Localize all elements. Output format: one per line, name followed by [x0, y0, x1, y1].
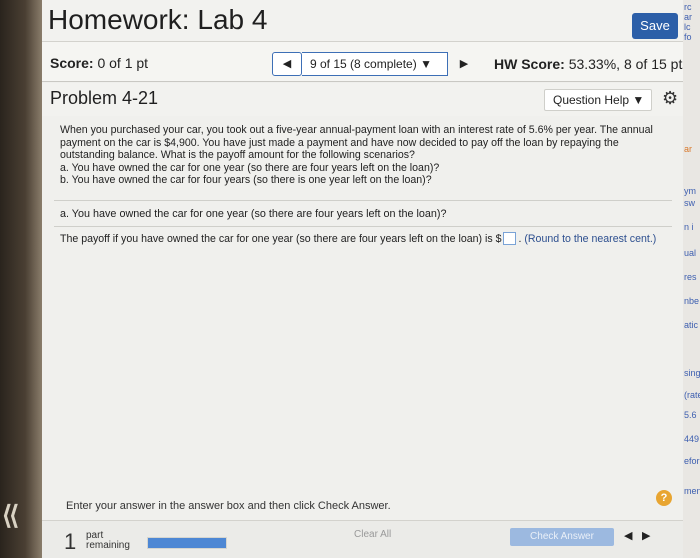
background-text-fragment: n i [684, 222, 694, 232]
score-display: Score: 0 of 1 pt [50, 55, 148, 71]
rounding-note: (Round to the nearest cent.) [524, 233, 657, 245]
background-text-fragment: efor [684, 456, 700, 466]
background-text-fragment: res [684, 272, 697, 282]
question-selector-label: 9 of 15 (8 complete) [310, 57, 417, 71]
background-text-fragment: ar [684, 144, 693, 154]
background-text-fragment: nbe [684, 296, 700, 306]
left-triangle-icon[interactable]: ◀ [624, 529, 632, 542]
background-text-fragment: 5.6 [684, 410, 697, 420]
left-triangle-icon: ◀ [282, 58, 292, 70]
title-bar: Homework: Lab 4 Save [42, 0, 683, 42]
footer-bar: 1 part remaining Clear All Check Answer … [42, 520, 683, 558]
divider [54, 226, 672, 227]
answer-prefix: The payoff if you have owned the car for… [60, 233, 502, 245]
background-text-fragment: sw [684, 198, 695, 208]
previous-question-button[interactable]: ◀ [272, 52, 302, 76]
gear-icon[interactable]: ⚙ [662, 88, 678, 109]
answer-instructions: Enter your answer in the answer box and … [66, 500, 391, 512]
question-stem: When you purchased your car, you took ou… [60, 124, 672, 187]
left-edge-mark: ⟨⟨ [2, 500, 19, 530]
parts-remaining-label: part remaining [86, 531, 130, 551]
right-triangle-icon[interactable]: ▶ [642, 529, 650, 542]
problem-title: Problem 4-21 [50, 88, 159, 108]
background-text-fragment: lc [684, 22, 691, 32]
background-text-fragment: (rate [684, 390, 700, 400]
part-a-heading: a. You have owned the car for one year (… [60, 208, 447, 220]
chevron-down-icon: ▼ [632, 93, 645, 107]
right-triangle-icon: ▶ [459, 58, 469, 70]
question-selector[interactable]: 9 of 15 (8 complete) ▼ [302, 52, 448, 76]
save-button[interactable]: Save [632, 13, 678, 39]
parts-progress-bar [147, 537, 227, 549]
score-label: Score: [50, 55, 94, 71]
problem-bar: Problem 4-21 Question Help ▼ ⚙ [42, 83, 683, 116]
question-content: When you purchased your car, you took ou… [42, 116, 683, 558]
background-text-fragment: sing [684, 368, 700, 378]
background-text-fragment: fo [684, 32, 692, 42]
score-value: 0 of 1 pt [97, 55, 149, 71]
background-text-fragment: rc [684, 2, 692, 12]
question-help-dropdown[interactable]: Question Help ▼ [544, 89, 652, 111]
homework-panel: Homework: Lab 4 Save Score: 0 of 1 pt ◀ … [42, 0, 689, 558]
hw-score-label: HW Score: [494, 56, 565, 72]
next-question-button[interactable]: ▶ [452, 52, 476, 76]
background-text-fragment: ual [684, 248, 697, 258]
answer-suffix: . [518, 233, 522, 245]
clear-all-button[interactable]: Clear All [354, 529, 391, 540]
background-text-fragment: 449 [684, 434, 700, 444]
background-page-strip: rcarlcfoarymswn iualresnbeaticsing(rate5… [683, 0, 700, 558]
question-text: When you purchased your car, you took ou… [60, 124, 653, 162]
divider [54, 200, 672, 201]
chevron-down-icon: ▼ [420, 57, 432, 71]
scenario-a: a. You have owned the car for one year (… [60, 161, 440, 174]
payoff-answer-input[interactable] [503, 232, 517, 245]
hw-score-display: HW Score: 53.33%, 8 of 15 pts [494, 56, 689, 72]
question-navigator: ◀ 9 of 15 (8 complete) ▼ ▶ [272, 52, 512, 76]
help-icon[interactable]: ? [656, 490, 672, 506]
progress-fill [148, 538, 226, 548]
background-text-fragment: atic [684, 320, 699, 330]
score-bar: Score: 0 of 1 pt ◀ 9 of 15 (8 complete) … [42, 42, 689, 82]
page-title: Homework: Lab 4 [48, 4, 268, 35]
answer-sentence: The payoff if you have owned the car for… [60, 232, 672, 246]
scenario-b: b. You have owned the car for four years… [60, 174, 432, 187]
check-answer-button[interactable]: Check Answer [510, 528, 614, 546]
question-help-label: Question Help [553, 93, 630, 107]
parts-remaining-count: 1 [64, 529, 77, 554]
hw-score-value: 53.33%, 8 of 15 pts [568, 56, 690, 72]
background-text-fragment: ment [684, 486, 700, 496]
photo-bezel-left: ⟨⟨ [0, 0, 42, 558]
parts-label-line2: remaining [86, 540, 130, 551]
background-text-fragment: ar [684, 12, 693, 22]
background-text-fragment: ym [684, 186, 696, 196]
